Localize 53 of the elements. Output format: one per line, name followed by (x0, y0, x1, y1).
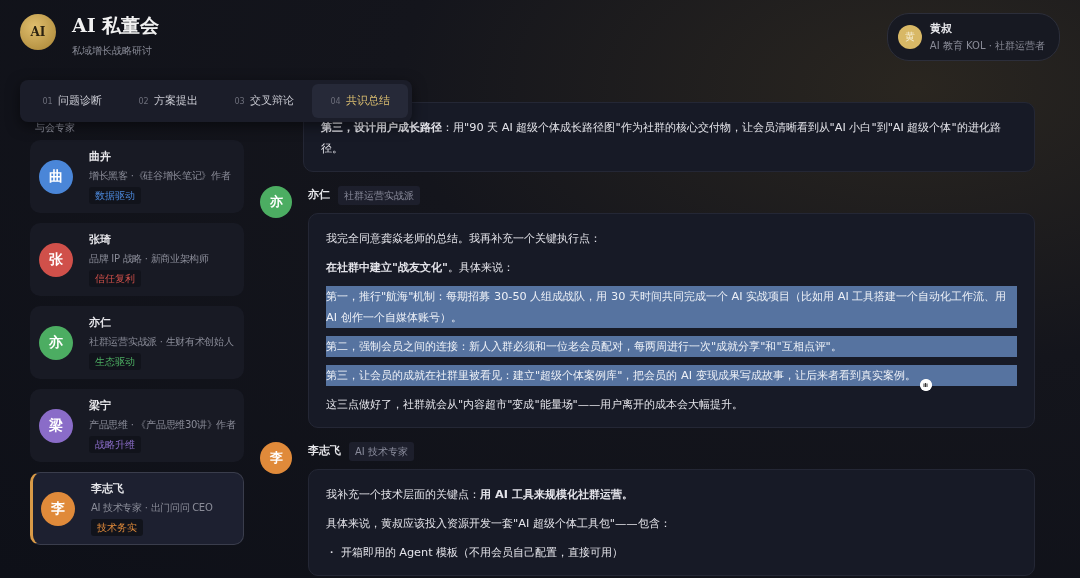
message-paragraph: ・ 开箱即用的 Agent 模板（不用会员自己配置，直接可用） (326, 545, 625, 561)
user-name: 黄叔 (929, 21, 953, 37)
expert-name: 张琦 (89, 232, 112, 249)
expert-tag: 战略升维 (89, 435, 141, 453)
message-paragraph: 我补充一个技术层面的关键点：用 AI 工具来规模化社群运营。 (326, 487, 634, 503)
expert-title: 产品思维 · 《产品思维30讲》作者 (89, 417, 236, 432)
expert-name: 曲卉 (89, 149, 112, 166)
message-paragraph: 具体来说，黄叔应该投入资源开发一套"AI 超级个体工具包"——包含： (326, 516, 672, 532)
speaker-name: 亦仁 (308, 187, 330, 204)
expert-avatar: 亦 (39, 325, 73, 360)
expert-card[interactable]: 曲 曲卉 增长黑客 ·《硅谷增长笔记》作者 数据驱动 (30, 140, 244, 213)
expert-title: 增长黑客 ·《硅谷增长笔记》作者 (89, 168, 231, 183)
expert-tag: 技术务实 (91, 518, 143, 536)
user-avatar: 黄 (897, 24, 922, 49)
expert-tag: 生态驱动 (89, 352, 141, 370)
expert-tag: 数据驱动 (89, 186, 141, 204)
expert-title: 品牌 IP 战略 · 新商业架构师 (89, 251, 209, 266)
speaker-name: 李志飞 (308, 443, 341, 460)
message-paragraph: 第三，设计用户成长路径：用"90 天 AI 超级个体成长路径图"作为社群的核心交付物，让会员清晰看到从"AI 小白"到"AI 超级个体"的进化路径。 (321, 120, 1002, 157)
step-tab[interactable]: 03 交叉辩论 (216, 84, 312, 118)
speaker-role: 社群运营实战派 (338, 186, 420, 205)
message-paragraph: 我完全同意龚焱老师的总结。我再补充一个关键执行点： (326, 231, 602, 247)
expert-card[interactable]: 李 李志飞 AI 技术专家 · 出门问问 CEO 技术务实 (30, 472, 244, 545)
expert-name: 李志飞 (91, 481, 125, 498)
message-paragraph: 在社群中建立"战友文化"。具体来说： (326, 260, 515, 276)
expert-title: 社群运营实战派 · 生财有术创始人 (89, 334, 234, 349)
step-tab[interactable]: 01 问题诊断 (24, 84, 120, 118)
step-tab[interactable]: 02 方案提出 (120, 84, 216, 118)
expert-card[interactable]: 张 张琦 品牌 IP 战略 · 新商业架构师 信任复利 (30, 223, 244, 296)
speaker-role: AI 技术专家 (349, 442, 414, 461)
expert-avatar: 梁 (39, 408, 73, 443)
app-title: AI 私董会 (72, 14, 160, 37)
highlighted-paragraph: 第二，强制会员之间的连接：新人入群必须和一位老会员配对，每两周进行一次"成就分享"和"互相点评"。 (326, 336, 1017, 357)
speaker-avatar: 李 (260, 442, 292, 474)
highlighted-paragraph: 第一，推行"航海"机制：每期招募 30-50 人组成战队，用 30 天时间共同完成一个 AI 实战项目（比如用 AI 工具搭建一个自动化工作流、用 AI 创作一个自媒体账号）。 (326, 286, 1017, 328)
speaker-avatar: 亦 (260, 186, 292, 218)
expert-name: 梁宁 (89, 398, 112, 415)
logo-badge: AI (20, 14, 56, 50)
user-profile[interactable]: 黄 黄叔 AI 教育 KOL · 社群运营者 (886, 13, 1060, 61)
message-paragraph: 这三点做好了，社群就会从"内容超市"变成"能量场"——用户离开的成本会大幅提升。 (326, 397, 745, 413)
expert-tag: 信任复利 (89, 269, 141, 287)
expert-card[interactable]: 亦 亦仁 社群运营实战派 · 生财有术创始人 生态驱动 (30, 306, 244, 379)
expert-avatar: 李 (41, 491, 75, 526)
expert-card[interactable]: 梁 梁宁 产品思维 · 《产品思维30讲》作者 战略升维 (30, 389, 244, 462)
expert-avatar: 张 (39, 242, 73, 277)
expert-title: AI 技术专家 · 出门问问 CEO (91, 500, 213, 515)
expert-name: 亦仁 (89, 315, 112, 332)
sidebar-heading: 与会专家 (35, 123, 76, 133)
user-role: AI 教育 KOL · 社群运营者 (929, 38, 1045, 53)
expert-avatar: 曲 (39, 159, 73, 194)
app-subtitle: 私域增长战略研讨 (72, 43, 153, 58)
step-tab[interactable]: 04 共识总结 (312, 84, 408, 118)
highlighted-paragraph: 第三，让会员的成就在社群里被看见：建立"超级个体案例库"，把会员的 AI 变现成果写成故事，让后来者看到真实案例。 (326, 365, 1017, 386)
